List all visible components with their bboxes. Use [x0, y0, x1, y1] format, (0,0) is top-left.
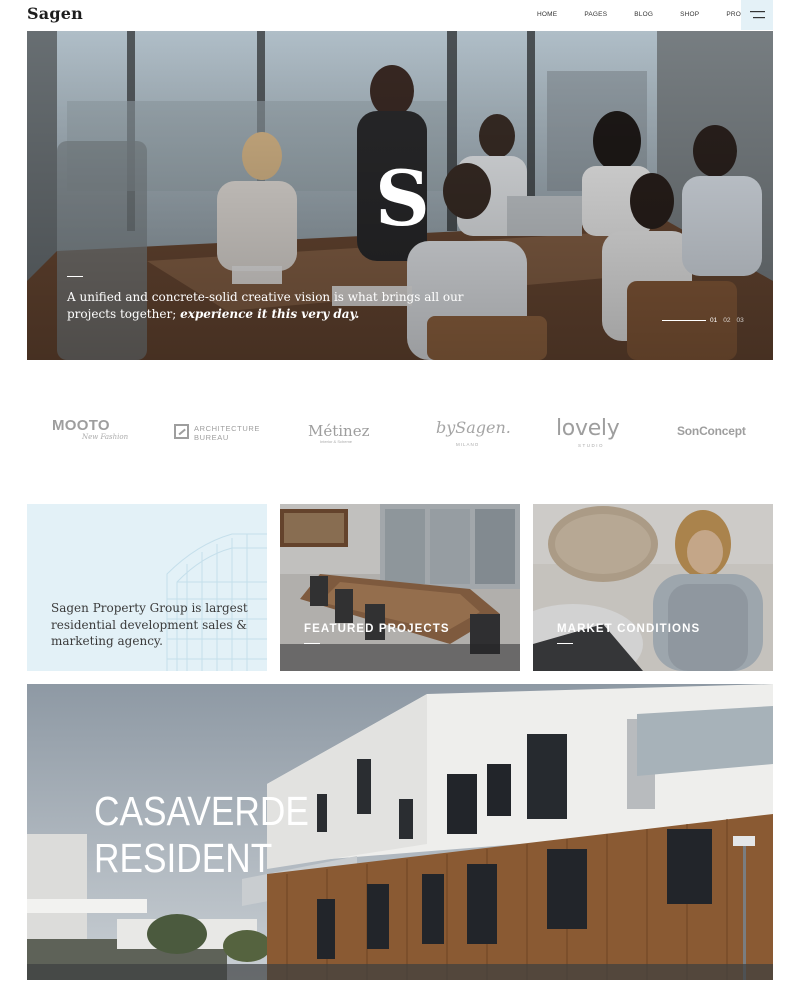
nav-blog[interactable]: BLOG	[634, 11, 653, 18]
conference-room-image	[280, 504, 520, 671]
property-title: CASAVERDE RESIDENT	[94, 788, 309, 882]
hero-caption-emphasis: experience it this very day.	[180, 307, 360, 321]
hero-slider: S A unified and concrete-solid creative …	[27, 31, 773, 360]
market-conditions-card[interactable]: MARKET CONDITIONS	[533, 504, 773, 671]
architecture-logo-icon	[174, 424, 189, 439]
bysagen-wordmark: bySagen.	[436, 418, 511, 437]
hero-monogram: S	[375, 154, 430, 243]
featured-projects-label: FEATURED PROJECTS	[304, 623, 450, 635]
lovely-wordmark: lovely	[556, 416, 620, 441]
property-title-line-1: CASAVERDE	[94, 788, 309, 834]
featured-projects-divider	[304, 643, 320, 644]
woman-laptop-image	[533, 504, 773, 671]
property-banner[interactable]: CASAVERDE RESIDENT	[27, 684, 773, 980]
property-title-line-2: RESIDENT	[94, 835, 273, 881]
feature-cards: Sagen Property Group is largest resident…	[27, 504, 773, 671]
mooto-tagline: New Fashion	[82, 433, 129, 441]
nav-pages[interactable]: PAGES	[584, 11, 607, 18]
hero-divider	[67, 276, 83, 277]
client-logos: MOOTO New Fashion ARCHITECTURE BUREAU Mé…	[27, 410, 773, 454]
market-conditions-divider	[557, 643, 573, 644]
bysagen-tagline: MILANO	[456, 442, 480, 447]
pager-slide-1[interactable]: 01	[710, 317, 717, 324]
pager-slide-3[interactable]: 03	[736, 317, 743, 324]
menu-button[interactable]	[741, 0, 773, 30]
market-conditions-label: MARKET CONDITIONS	[557, 623, 701, 635]
metinez-tagline: Interior & Scheme	[320, 439, 353, 444]
pager-active-line	[662, 320, 706, 321]
main-nav: HOME PAGES BLOG SHOP PROPERTY	[537, 11, 764, 18]
sonconcept-wordmark: SonConcept	[677, 424, 746, 438]
featured-projects-card[interactable]: FEATURED PROJECTS	[280, 504, 520, 671]
nav-home[interactable]: HOME	[537, 11, 557, 18]
hero-caption: A unified and concrete-solid creative vi…	[67, 289, 487, 323]
hamburger-icon	[750, 11, 765, 19]
architecture-line-1: ARCHITECTURE	[194, 424, 260, 433]
intro-description: Sagen Property Group is largest resident…	[51, 601, 248, 648]
intro-card: Sagen Property Group is largest resident…	[27, 504, 267, 671]
site-logo[interactable]: Sagen	[27, 4, 83, 23]
lovely-tagline: STUDIO	[578, 443, 605, 448]
site-header: Sagen HOME PAGES BLOG SHOP PROPERTY	[0, 0, 800, 30]
architecture-line-2: BUREAU	[194, 433, 229, 442]
metinez-wordmark: Métinez	[308, 422, 370, 440]
hero-pagination: 01 02 03	[662, 317, 744, 324]
mooto-wordmark: MOOTO	[52, 417, 110, 434]
pager-slide-2[interactable]: 02	[723, 317, 730, 324]
nav-shop[interactable]: SHOP	[680, 11, 699, 18]
